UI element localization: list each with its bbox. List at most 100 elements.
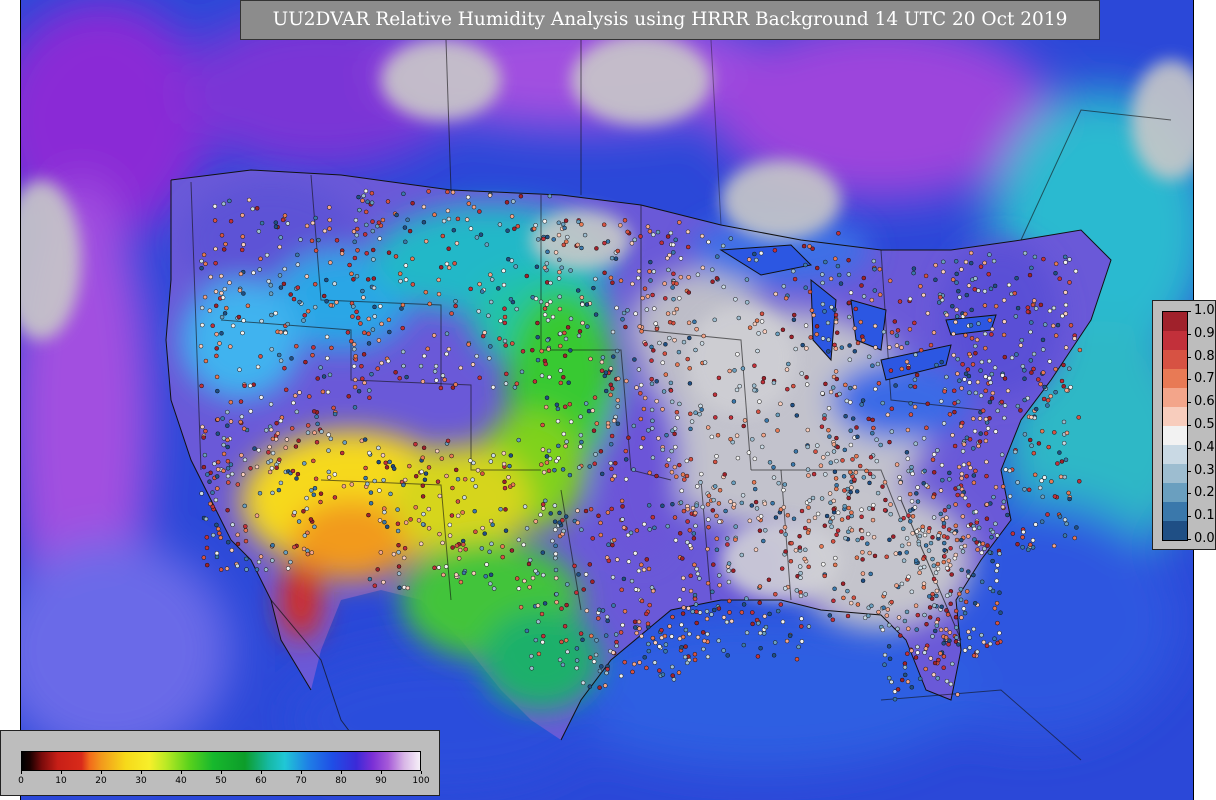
station-marker [943,627,949,632]
station-marker [1038,302,1044,308]
station-marker [508,453,514,458]
station-marker [268,283,274,288]
station-marker [587,684,593,689]
station-marker [711,562,716,567]
station-marker [1062,254,1068,260]
station-marker [597,607,602,613]
station-marker [941,559,947,565]
station-marker [588,506,594,512]
station-marker [968,260,974,266]
station-marker [285,221,291,226]
station-marker [554,402,560,408]
station-marker [558,380,564,386]
station-marker [909,589,915,595]
station-marker [699,407,704,412]
station-marker [458,579,464,585]
station-marker [273,224,279,230]
station-marker [1053,389,1058,395]
station-marker [375,567,380,572]
station-marker [395,521,401,527]
station-marker [349,271,354,277]
station-marker [449,513,455,518]
station-marker [1031,351,1037,357]
station-marker [1025,305,1031,310]
station-marker [621,310,627,316]
station-marker [559,639,564,645]
station-marker [904,450,910,455]
station-marker [783,549,788,554]
station-marker [967,351,972,357]
station-marker [961,606,967,611]
station-marker [361,295,366,300]
humidity-map[interactable] [21,0,1193,800]
station-marker [593,652,599,658]
station-marker [992,365,998,370]
station-marker [885,607,891,612]
station-marker [944,565,950,571]
station-marker [650,514,656,520]
station-marker [628,530,634,536]
station-marker [611,603,616,608]
station-marker [687,335,692,341]
station-marker [674,409,680,415]
station-marker [449,453,454,459]
station-marker [963,333,968,338]
station-marker [740,366,746,371]
station-marker [293,393,298,398]
station-marker [779,529,784,534]
station-marker [436,277,441,283]
station-marker [637,626,642,631]
station-marker [753,547,759,552]
station-marker [615,248,621,254]
station-marker [199,305,205,311]
colorbar-tick [1187,493,1191,495]
station-marker [672,515,678,520]
station-marker [442,377,447,382]
station-marker [480,471,485,476]
station-marker [814,265,820,271]
station-marker [882,479,888,485]
station-marker [955,692,960,697]
station-marker [576,333,582,339]
station-marker [480,289,485,294]
station-marker [1045,403,1050,408]
station-marker [622,609,628,614]
station-marker [565,582,570,587]
station-marker [275,431,281,436]
station-marker [1025,309,1031,315]
station-marker [421,445,427,451]
station-marker [872,266,877,272]
station-marker [694,609,699,614]
station-marker [881,605,886,610]
station-marker [842,447,848,453]
station-marker [951,352,956,358]
station-marker [289,426,295,431]
station-marker [944,312,950,318]
station-marker [843,382,848,388]
station-marker [213,497,219,503]
station-marker [983,374,988,379]
station-marker [561,431,567,437]
station-marker [686,606,691,611]
station-marker [706,524,711,530]
station-marker [297,299,302,305]
station-marker [489,541,494,547]
map-frame[interactable] [20,0,1194,800]
station-marker [955,399,961,405]
station-marker [524,273,530,279]
station-marker [294,409,300,415]
station-marker [398,278,403,284]
station-marker [726,561,732,566]
station-marker [608,392,613,398]
station-marker [904,359,910,365]
station-marker [935,676,940,681]
station-marker [450,485,455,491]
station-marker [984,473,989,479]
colorbar-tick [1187,402,1191,404]
station-marker [917,676,923,681]
station-marker [678,274,684,280]
station-marker [670,673,675,678]
station-marker [332,495,338,500]
station-marker [898,517,903,523]
station-marker [715,254,720,259]
